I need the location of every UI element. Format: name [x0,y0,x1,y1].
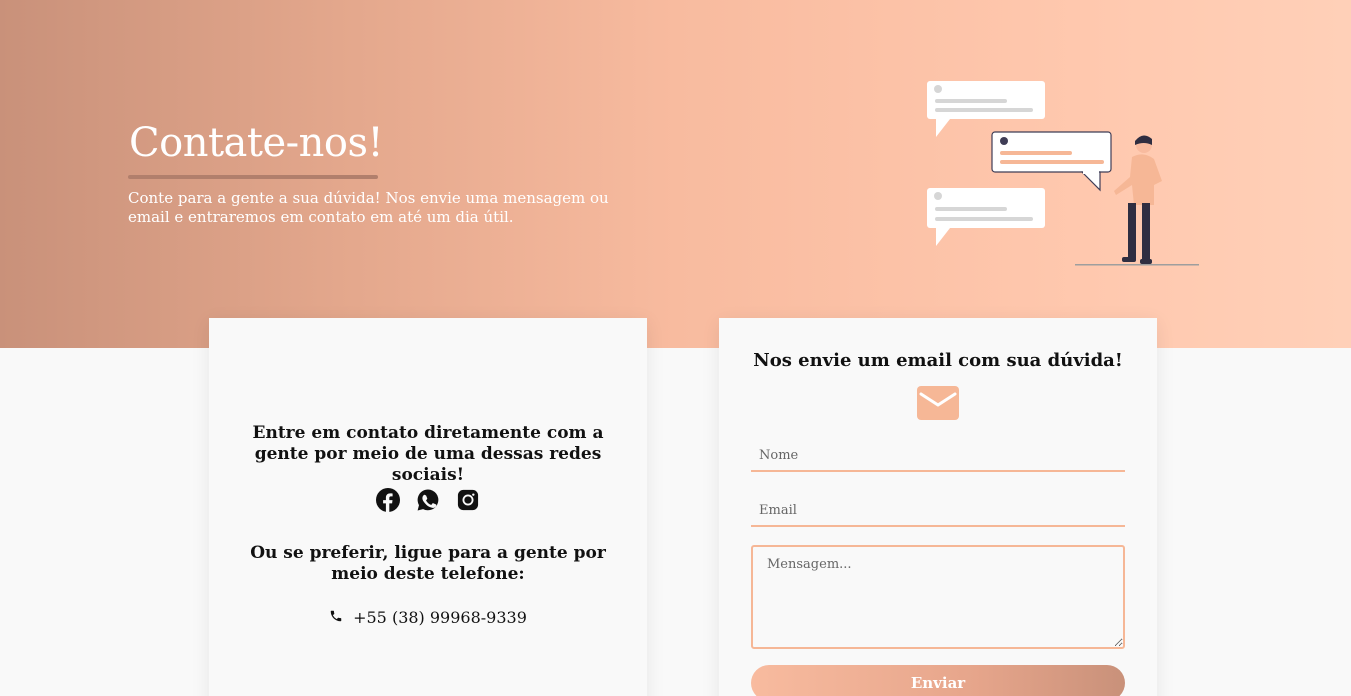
email-form-card: Nos envie um email com sua dúvida! Envia… [719,318,1157,696]
facebook-icon[interactable] [376,488,400,512]
chat-bubble-1 [927,81,1045,137]
name-field[interactable] [751,440,1125,472]
send-button[interactable]: Enviar [751,665,1125,696]
hero-banner: Contate-nos! Conte para a gente a sua dú… [0,0,1351,348]
chat-bubble-3 [927,188,1045,246]
social-links [209,488,647,512]
email-field[interactable] [751,495,1125,527]
social-heading: Entre em contato diretamente com a gente… [252,423,604,485]
chat-illustration [927,81,1199,266]
phone-contact: +55 (38) 99968-9339 [209,608,647,627]
phone-icon [329,608,343,627]
instagram-icon[interactable] [456,488,480,512]
mail-icon [917,386,959,420]
phone-number[interactable]: +55 (38) 99968-9339 [353,608,527,627]
title-underline [128,175,378,179]
phone-heading: Ou se preferir, ligue para a gente por m… [250,543,606,584]
page-subtitle: Conte para a gente a sua dúvida! Nos env… [128,189,609,226]
chat-bubble-2 [991,131,1112,192]
message-field[interactable] [751,545,1125,649]
form-heading: Nos envie um email com sua dúvida! [753,350,1123,371]
page-title: Contate-nos! [129,120,384,166]
social-contact-card: Entre em contato diretamente com a gente… [209,318,647,696]
whatsapp-icon[interactable] [416,488,440,512]
